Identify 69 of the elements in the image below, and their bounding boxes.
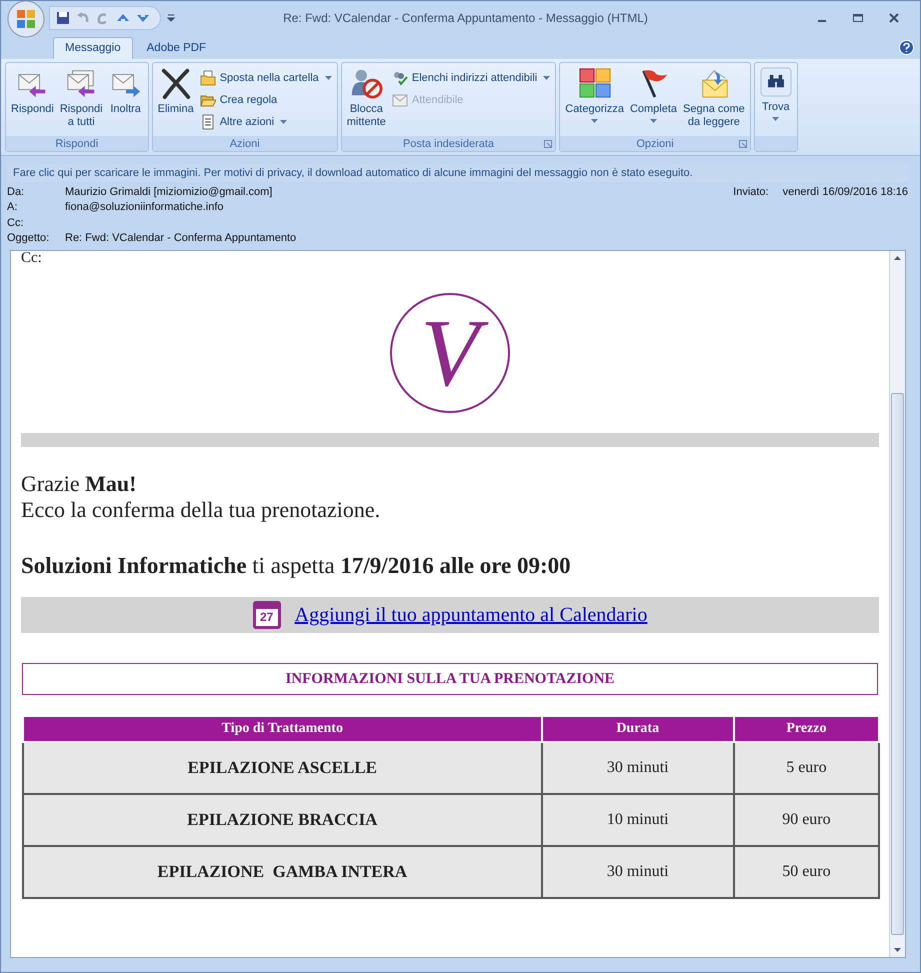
field-label: Oggetto: bbox=[7, 232, 50, 244]
cc-text: Cc: bbox=[21, 251, 43, 268]
ribbon-button[interactable]: Blocca mittente bbox=[344, 65, 388, 136]
ribbon-button[interactable]: Altre azioni bbox=[198, 111, 334, 132]
help-icon[interactable] bbox=[899, 40, 914, 55]
table-cell: 5 euro bbox=[734, 742, 879, 794]
ribbon-button[interactable]: Categorizza bbox=[563, 65, 626, 136]
group-label: Opzioni bbox=[636, 138, 674, 150]
field-value: venerdì 16/09/2016 18:16 bbox=[782, 186, 908, 198]
field-value: fiona@soluzioniinformatiche.info bbox=[65, 201, 224, 214]
table-cell: 50 euro bbox=[734, 846, 879, 898]
group-label: Rispondi bbox=[55, 138, 98, 150]
binoculars-icon bbox=[760, 67, 792, 97]
logo: V bbox=[390, 293, 510, 413]
group-label: Azioni bbox=[230, 138, 260, 150]
confirmation-text: Ecco la conferma della tua prenotazione. bbox=[21, 497, 382, 523]
table-cell: EPILAZIONE ASCELLE bbox=[23, 742, 542, 794]
undo-icon[interactable] bbox=[76, 11, 90, 25]
list-icon bbox=[200, 114, 216, 130]
calendar-link[interactable]: Aggiungi il tuo appuntamento al Calendario bbox=[294, 604, 648, 626]
ribbon-tab[interactable]: Messaggio bbox=[53, 37, 133, 59]
table-cell: 30 minuti bbox=[542, 846, 734, 898]
field-label: Da: bbox=[7, 186, 26, 198]
window-title: Re: Fwd: VCalendar - Conferma Appuntamento - Messaggio (HTML) bbox=[282, 11, 649, 25]
office-button[interactable] bbox=[7, 0, 45, 38]
column-header: Tipo di Trattamento bbox=[23, 716, 542, 742]
table-cell: 30 minuti bbox=[542, 742, 734, 794]
ribbon-button[interactable]: Sposta nella cartella bbox=[198, 67, 334, 88]
save-icon[interactable] bbox=[56, 11, 70, 25]
block-sender-icon bbox=[349, 67, 384, 99]
info-heading: INFORMAZIONI SULLA TUA PRENOTAZIONE bbox=[22, 663, 878, 695]
field-label: A: bbox=[7, 201, 18, 214]
field-label: Inviato: bbox=[733, 186, 769, 198]
column-header: Durata bbox=[542, 716, 734, 742]
close-icon[interactable] bbox=[888, 12, 900, 24]
folder-icon bbox=[200, 70, 216, 86]
scroll-thumb[interactable] bbox=[891, 393, 904, 935]
ribbon-button[interactable]: Completa bbox=[628, 65, 680, 136]
table-cell: 90 euro bbox=[734, 794, 879, 846]
ribbon-button[interactable]: Elimina bbox=[156, 65, 196, 136]
scrollbar[interactable] bbox=[889, 251, 905, 957]
ribbon-button[interactable]: Rispondi a tutti bbox=[58, 65, 105, 136]
table-cell: EPILAZIONE BRACCIA bbox=[23, 794, 542, 846]
field-value: Re: Fwd: VCalendar - Conferma Appuntamento bbox=[65, 232, 296, 244]
info-bar[interactable]: Fare clic qui per scaricare le immagini. Per motivi di privacy, il download automatico di alcune immagini del messaggio non è stato eseguito. bbox=[7, 164, 908, 182]
group-label: Posta indesiderata bbox=[402, 138, 494, 150]
field-label: Cc: bbox=[7, 216, 24, 229]
ribbon-button[interactable]: Elenchi indirizzi attendibili bbox=[390, 67, 552, 88]
ribbon-button[interactable]: Segna come da leggere bbox=[681, 65, 747, 136]
field-value: Maurizio Grimaldi [miziomizio@gmail.com] bbox=[65, 186, 272, 198]
dialog-launcher-icon[interactable] bbox=[738, 140, 747, 148]
ribbon-button[interactable]: Rispondi bbox=[9, 65, 56, 136]
column-header: Prezzo bbox=[734, 716, 879, 742]
appointment-text: Soluzioni Informatiche ti aspetta 17/9/2016 alle ore 09:00 bbox=[21, 553, 572, 579]
greeting-text: Grazie Mau! bbox=[21, 471, 138, 497]
envelope-icon bbox=[392, 92, 408, 108]
group-footer bbox=[754, 136, 797, 151]
ribbon-button[interactable]: Crea regola bbox=[198, 89, 334, 110]
ribbon-tab[interactable]: Adobe PDF bbox=[134, 37, 218, 59]
calendar-icon: 27 bbox=[252, 601, 281, 629]
table-cell: EPILAZIONE GAMBA INTERA bbox=[23, 846, 542, 898]
customize-caret-icon[interactable] bbox=[167, 14, 175, 22]
table-cell: 10 minuti bbox=[542, 794, 734, 846]
maximize-icon[interactable] bbox=[852, 12, 864, 24]
people-check-icon bbox=[392, 70, 408, 86]
color-grid-icon bbox=[578, 67, 612, 99]
dialog-launcher-icon[interactable] bbox=[544, 140, 552, 148]
ribbon-button[interactable]: Inoltra bbox=[106, 65, 145, 136]
ribbon-button[interactable]: Trova bbox=[758, 65, 794, 136]
